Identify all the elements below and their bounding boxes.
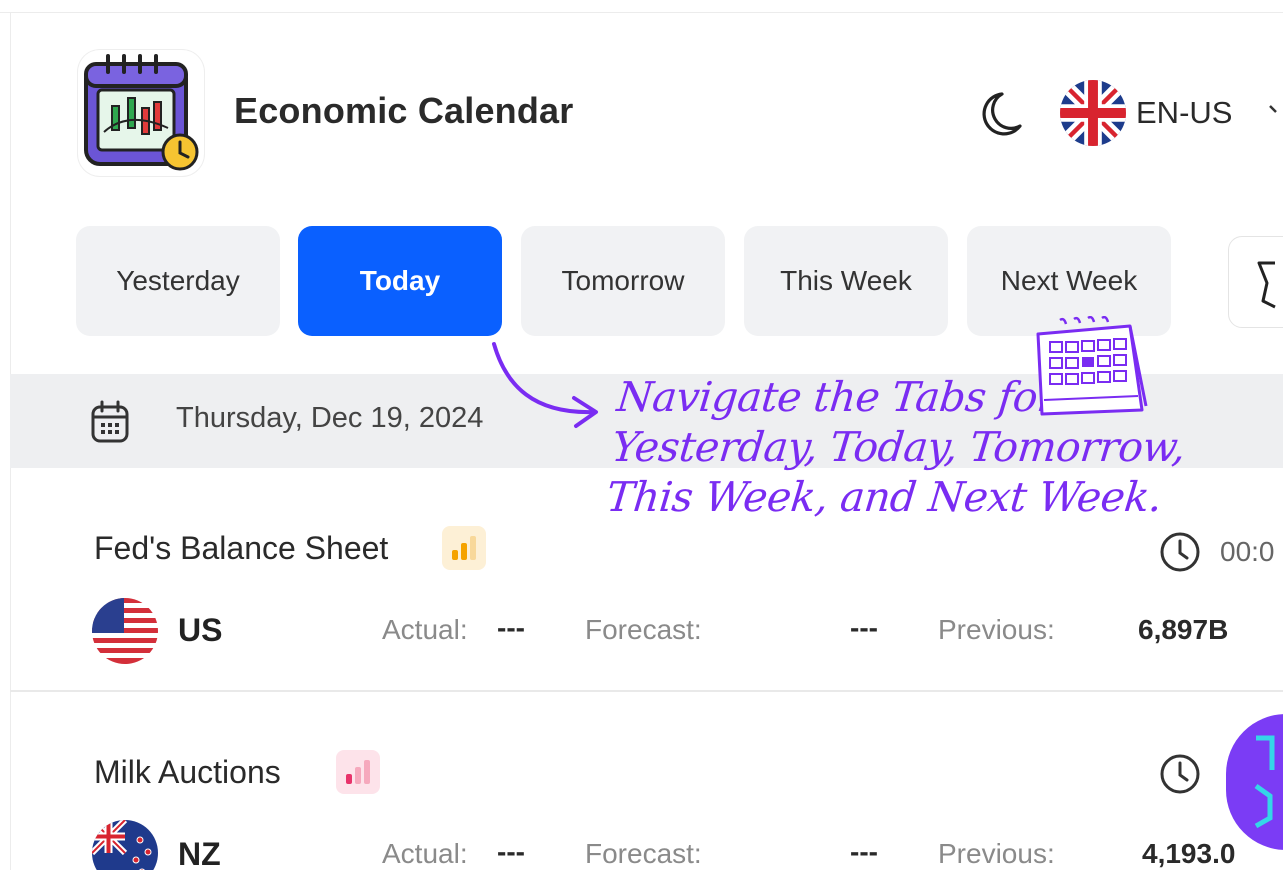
- country-code: US: [178, 612, 223, 648]
- previous-value: 4,193.0: [1142, 838, 1236, 869]
- event-title[interactable]: Milk Auctions: [94, 754, 281, 791]
- country-code: NZ: [178, 836, 221, 870]
- filter-icon: [1257, 261, 1276, 309]
- tab-today[interactable]: Today: [298, 226, 502, 336]
- current-date: Thursday, Dec 19, 2024: [176, 402, 484, 434]
- us-flag-icon: [92, 598, 158, 664]
- app-logo: [78, 50, 204, 176]
- forecast-value: ---: [850, 836, 878, 867]
- nz-flag-icon: [92, 820, 158, 870]
- clock-icon: [1158, 530, 1202, 574]
- top-border: [0, 12, 1283, 13]
- app-frame: Economic Calendar EN-US Yesterday Today …: [0, 0, 1283, 870]
- calendar-sketch-icon: [1030, 315, 1150, 420]
- assistant-icon: [1254, 735, 1275, 829]
- actual-label: Actual:: [382, 838, 468, 869]
- dark-mode-toggle[interactable]: [970, 86, 1026, 142]
- actual-value: ---: [497, 612, 525, 643]
- language-flag[interactable]: [1060, 80, 1126, 146]
- tab-yesterday[interactable]: Yesterday: [76, 226, 280, 336]
- event-title[interactable]: Fed's Balance Sheet: [94, 530, 388, 567]
- uk-flag-icon: [1060, 80, 1126, 146]
- filter-button[interactable]: [1228, 236, 1283, 328]
- moon-icon: [982, 92, 1022, 136]
- event-time: 00:0: [1220, 536, 1275, 567]
- previous-value: 6,897B: [1138, 614, 1229, 645]
- previous-label: Previous:: [938, 838, 1055, 869]
- actual-label: Actual:: [382, 614, 468, 645]
- forecast-label: Forecast:: [585, 838, 702, 869]
- importance-icon: [442, 526, 486, 570]
- annotation-line: This Week, and Next Week.: [604, 473, 1165, 521]
- tab-this-week[interactable]: This Week: [744, 226, 948, 336]
- tab-tomorrow[interactable]: Tomorrow: [521, 226, 725, 336]
- forecast-value: ---: [850, 612, 878, 643]
- previous-label: Previous:: [938, 614, 1055, 645]
- annotation-arrow-icon: [484, 336, 634, 436]
- chat-assistant-button[interactable]: [1226, 714, 1283, 850]
- calendar-icon: [90, 400, 130, 444]
- app-title: Economic Calendar: [234, 90, 574, 131]
- clock-icon: [1158, 752, 1202, 796]
- language-selector[interactable]: EN-US: [1136, 95, 1232, 131]
- row-divider: [10, 690, 1283, 692]
- importance-icon: [336, 750, 380, 794]
- actual-value: ---: [497, 836, 525, 867]
- forecast-label: Forecast:: [585, 614, 702, 645]
- annotation-line: Yesterday, Today, Tomorrow,: [609, 423, 1188, 471]
- calendar-chart-logo-icon: [84, 54, 199, 171]
- chevron-down-icon[interactable]: [1266, 96, 1283, 126]
